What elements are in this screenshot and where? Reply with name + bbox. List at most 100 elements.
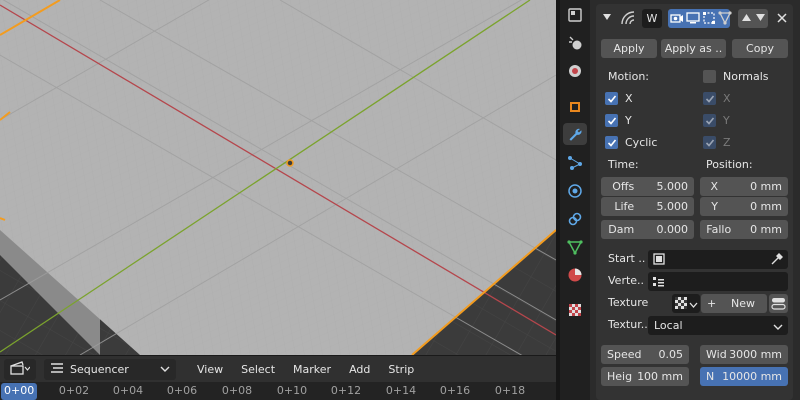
texture-coords-select[interactable]: Local — [648, 316, 788, 335]
modifier-name-field[interactable]: W — [642, 9, 662, 28]
texture-settings-button[interactable] — [769, 294, 788, 313]
data-mesh-icon[interactable] — [563, 236, 587, 258]
time-offset-value: 5.000 — [656, 180, 689, 193]
camera-icon[interactable] — [670, 11, 684, 28]
render-icon[interactable] — [563, 32, 587, 54]
tool-icon[interactable] — [563, 4, 587, 26]
narrowness-field[interactable]: N 10000 mm — [700, 367, 788, 386]
height-field[interactable]: Heig 100 mm — [601, 367, 689, 386]
time-life-field[interactable]: Life 5.000 — [601, 197, 694, 216]
menu-select[interactable]: Select — [232, 359, 284, 380]
frame-tick: 0+04 — [112, 384, 144, 397]
normals-z-checkbox — [703, 136, 716, 149]
start-position-object-field[interactable] — [648, 250, 788, 269]
viewport-scene — [0, 0, 556, 355]
cage-vertices-icon[interactable] — [718, 11, 732, 28]
frame-tick: 0+14 — [385, 384, 417, 397]
particles-icon[interactable] — [563, 152, 587, 174]
scene-icon[interactable] — [563, 60, 587, 82]
width-value: 3000 mm — [729, 348, 782, 361]
chevron-down-icon — [160, 363, 170, 376]
chevron-down-icon — [689, 299, 698, 312]
time-damping-value: 0.000 — [656, 223, 689, 236]
constraints-icon[interactable] — [563, 208, 587, 230]
new-texture-button[interactable]: + New — [701, 294, 767, 313]
sequencer-mode-select[interactable]: Sequencer — [44, 358, 176, 380]
cyclic-checkbox[interactable] — [605, 136, 618, 149]
sequencer-mode-icon — [50, 362, 64, 377]
time-life-value: 5.000 — [656, 200, 689, 213]
current-frame-indicator[interactable]: 0+00 — [1, 383, 38, 400]
cyclic-label: Cyclic — [625, 136, 658, 149]
frame-tick: 0+16 — [439, 384, 471, 397]
position-falloff-value: 0 mm — [750, 223, 782, 236]
properties-panel: W Apply Apply as .. Copy Motion: Normals… — [590, 0, 800, 400]
time-offset-label: Offs — [612, 180, 635, 193]
frame-tick: 0+08 — [221, 384, 253, 397]
texture-browse-button[interactable] — [672, 294, 700, 313]
normals-y-label: Y — [723, 114, 730, 127]
apply-as-button[interactable]: Apply as .. — [661, 39, 726, 58]
menu-view[interactable]: View — [188, 359, 232, 380]
motion-y-checkbox[interactable] — [605, 114, 618, 127]
normals-y-checkbox — [703, 114, 716, 127]
object-icon[interactable] — [563, 96, 587, 118]
normals-checkbox[interactable] — [703, 70, 716, 83]
motion-label: Motion: — [608, 70, 649, 83]
chevron-down-icon — [773, 321, 783, 334]
plus-icon: + — [707, 297, 717, 310]
texture-coords-value: Local — [654, 319, 683, 332]
vertex-group-label: Verte.. — [608, 274, 645, 287]
material-icon[interactable] — [563, 264, 587, 286]
normals-x-label: X — [723, 92, 731, 105]
modifier-wrench-icon[interactable] — [563, 123, 587, 145]
menu-strip[interactable]: Strip — [379, 359, 423, 380]
start-position-label: Start .. — [608, 252, 646, 265]
position-y-field[interactable]: Y 0 mm — [700, 197, 788, 216]
time-offset-field[interactable]: Offs 5.000 — [601, 177, 694, 196]
normals-label: Normals — [723, 70, 769, 83]
width-field[interactable]: Wid 3000 mm — [700, 345, 788, 364]
time-damping-label: Dam — [608, 223, 635, 236]
height-label: Heig — [607, 370, 633, 383]
copy-button[interactable]: Copy — [732, 39, 788, 58]
new-texture-label: New — [731, 297, 755, 310]
checker-texture-icon — [674, 296, 688, 313]
normals-x-checkbox — [703, 92, 716, 105]
apply-button[interactable]: Apply — [601, 39, 657, 58]
physics-icon[interactable] — [563, 180, 587, 202]
position-x-label: X — [710, 180, 718, 193]
frame-tick: 0+12 — [330, 384, 362, 397]
monitor-icon[interactable] — [686, 11, 700, 28]
eyedropper-icon[interactable] — [770, 252, 784, 269]
motion-x-checkbox[interactable] — [605, 92, 618, 105]
position-y-label: Y — [711, 200, 718, 213]
vertex-group-field[interactable] — [648, 272, 788, 291]
sequencer-clapboard-icon — [10, 360, 31, 378]
narrowness-label: N — [706, 370, 715, 383]
texture-icon[interactable] — [563, 299, 587, 321]
move-down-icon[interactable] — [755, 13, 766, 26]
sequencer-mode-label: Sequencer — [70, 362, 129, 376]
close-icon[interactable] — [776, 12, 788, 27]
timeline-ruler[interactable]: 0+00 0+02 0+04 0+06 0+08 0+10 0+12 0+14 … — [0, 382, 556, 400]
frame-tick: 0+10 — [276, 384, 308, 397]
position-x-value: 0 mm — [750, 180, 782, 193]
move-up-icon[interactable] — [741, 13, 752, 26]
speed-label: Speed — [607, 348, 642, 361]
time-damping-field[interactable]: Dam 0.000 — [601, 220, 694, 239]
narrowness-value: 10000 mm — [722, 370, 782, 383]
toggle-settings-icon — [771, 297, 786, 313]
editor-type-button[interactable] — [4, 358, 36, 380]
3d-viewport[interactable] — [0, 0, 556, 355]
object-square-icon — [652, 252, 666, 269]
collapse-triangle-icon[interactable] — [602, 12, 612, 25]
speed-field[interactable]: Speed 0.05 — [601, 345, 689, 364]
position-falloff-label: Fallo — [706, 223, 732, 236]
position-falloff-field[interactable]: Fallo 0 mm — [700, 220, 788, 239]
position-x-field[interactable]: X 0 mm — [700, 177, 788, 196]
edit-mode-icon[interactable] — [702, 11, 716, 28]
menu-add[interactable]: Add — [340, 359, 379, 380]
frame-tick: 0+02 — [58, 384, 90, 397]
menu-marker[interactable]: Marker — [284, 359, 340, 380]
